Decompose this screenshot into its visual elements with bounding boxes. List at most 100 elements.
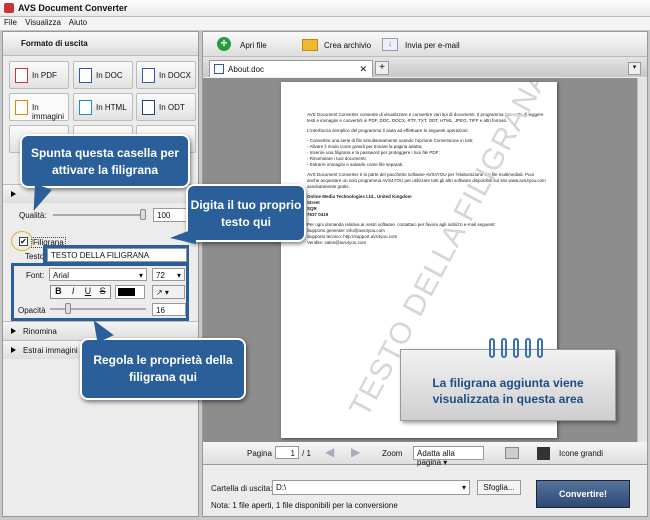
right-panel: + Apri file Crea archivio ↓ Invia per e-… bbox=[202, 31, 648, 517]
checkbox-callout: Spunta questa casella per attivare la fi… bbox=[20, 134, 190, 188]
tab-about-doc[interactable]: About.doc ✕ bbox=[209, 60, 373, 77]
font-size-value: 72 bbox=[156, 271, 165, 280]
text-callout: Digita il tuo proprio testo qui bbox=[186, 184, 306, 242]
spiral-ring-icon bbox=[525, 338, 531, 358]
toolbar: + Apri file Crea archivio ↓ Invia per e-… bbox=[203, 32, 647, 57]
spiral-ring-icon bbox=[513, 338, 519, 358]
callout-text: Spunta questa casella per attivare la fi… bbox=[30, 146, 180, 177]
zoom-select[interactable]: Adatta alla pagina ▾ bbox=[413, 446, 484, 467]
large-icons-icon[interactable] bbox=[537, 447, 550, 460]
font-value: Arial bbox=[53, 271, 70, 280]
doc-icon bbox=[79, 68, 92, 83]
properties-callout: Regola le proprietà della filigrana qui bbox=[80, 338, 246, 400]
odt-icon bbox=[142, 100, 155, 115]
format-images-button[interactable]: In immagini bbox=[9, 93, 69, 121]
callout-text: La filigrana aggiunta viene visualizzata… bbox=[432, 376, 584, 406]
doc-icon bbox=[214, 64, 224, 74]
font-select[interactable]: Arial ▾ bbox=[49, 268, 147, 281]
text-label: Testo bbox=[25, 252, 45, 261]
app-icon bbox=[4, 3, 14, 13]
navigation-bar: Pagina 1 / 1 ◀ ▶ Zoom Adatta alla pagina… bbox=[203, 442, 647, 467]
vertical-scrollbar[interactable] bbox=[637, 78, 647, 442]
doc-paragraph: AVS Document Converter è la parte del pa… bbox=[307, 172, 546, 189]
watermark-properties-panel: Font: Arial ▾ 72 ▾ B I U S ↗ ▾ Opacità 16 bbox=[11, 263, 189, 321]
menu-bar: File Visualizza Aiuto bbox=[0, 17, 650, 30]
zoom-label: Zoom bbox=[382, 449, 403, 458]
create-archive-button[interactable]: Crea archivio bbox=[324, 41, 371, 50]
tab-list-dropdown[interactable]: ▾ bbox=[628, 62, 641, 75]
highlight-circle bbox=[11, 231, 33, 251]
format-label: In DOCX bbox=[159, 71, 192, 80]
underline-button[interactable]: U bbox=[81, 286, 96, 298]
next-page-arrow-icon[interactable]: ▶ bbox=[351, 445, 360, 459]
format-label: In ODT bbox=[159, 103, 185, 112]
large-icons-button[interactable]: Icone grandi bbox=[559, 449, 603, 458]
output-folder-select[interactable]: D:\ ▾ bbox=[272, 480, 470, 495]
app-title: AVS Document Converter bbox=[18, 3, 128, 13]
format-html-button[interactable]: In HTML bbox=[73, 93, 133, 121]
opacity-input[interactable]: 16 bbox=[152, 303, 186, 316]
status-note: Nota: 1 file aperti, 1 file disponibili … bbox=[211, 501, 398, 510]
spiral-ring-icon bbox=[489, 338, 495, 358]
color-swatch bbox=[118, 288, 135, 296]
add-tab-button[interactable]: + bbox=[375, 61, 389, 75]
tab-bar: About.doc ✕ + ▾ bbox=[203, 57, 647, 77]
opacity-label: Opacità bbox=[18, 306, 46, 315]
callout-text: Regola le proprietà della filigrana qui bbox=[93, 353, 233, 384]
email-icon: ↓ bbox=[382, 38, 398, 51]
open-file-button[interactable]: Apri file bbox=[240, 41, 267, 50]
format-docx-button[interactable]: In DOCX bbox=[136, 61, 196, 89]
rotation-select[interactable]: ↗ ▾ bbox=[152, 285, 185, 299]
bold-button[interactable]: B bbox=[51, 286, 66, 298]
add-icon: + bbox=[217, 37, 231, 51]
format-pdf-button[interactable]: In PDF bbox=[9, 61, 69, 89]
format-label: In HTML bbox=[96, 103, 127, 112]
menu-file[interactable]: File bbox=[4, 18, 17, 27]
format-odt-button[interactable]: In ODT bbox=[136, 93, 196, 121]
browse-button[interactable]: Sfoglia... bbox=[477, 480, 521, 495]
close-tab-icon[interactable]: ✕ bbox=[359, 64, 367, 75]
page-label: Pagina bbox=[247, 449, 272, 458]
font-size-select[interactable]: 72 ▾ bbox=[152, 268, 185, 281]
menu-aiuto[interactable]: Aiuto bbox=[69, 18, 87, 27]
opacity-slider-thumb[interactable] bbox=[65, 303, 71, 314]
tab-label: About.doc bbox=[228, 65, 265, 74]
send-email-button[interactable]: Invia per e-mail bbox=[405, 41, 460, 50]
output-format-header: Formato di uscita bbox=[3, 32, 198, 56]
color-picker[interactable] bbox=[115, 285, 145, 299]
image-icon bbox=[15, 100, 28, 115]
docx-icon bbox=[142, 68, 155, 83]
quality-input[interactable]: 100 bbox=[153, 208, 187, 222]
page-input[interactable]: 1 bbox=[275, 446, 299, 459]
spiral-ring-icon bbox=[537, 338, 543, 358]
format-label: In PDF bbox=[32, 71, 57, 80]
doc-paragraph: Online Media Technologies Ltd., United K… bbox=[307, 194, 412, 217]
pdf-icon bbox=[15, 68, 28, 83]
folder-icon bbox=[302, 39, 318, 51]
format-label: In immagini bbox=[32, 103, 65, 121]
doc-paragraph: Per ogni domanda relativa ai nostri soft… bbox=[307, 222, 496, 245]
callout-tail bbox=[170, 228, 196, 244]
left-panel: Formato di uscita In PDF In DOC In DOCX … bbox=[2, 31, 199, 517]
preview-note-callout: La filigrana aggiunta viene visualizzata… bbox=[400, 338, 616, 421]
title-bar: AVS Document Converter bbox=[0, 0, 650, 17]
convert-button[interactable]: Convertire! bbox=[536, 480, 630, 508]
format-doc-button[interactable]: In DOC bbox=[73, 61, 133, 89]
spiral-ring-icon bbox=[501, 338, 507, 358]
page-total: / 1 bbox=[302, 449, 311, 458]
zoom-value: Adatta alla pagina bbox=[417, 449, 455, 467]
output-folder-label: Cartella di uscita: bbox=[211, 484, 273, 493]
output-folder-value: D:\ bbox=[276, 483, 287, 492]
format-label: In DOC bbox=[96, 71, 123, 80]
menu-visualizza[interactable]: Visualizza bbox=[25, 18, 61, 27]
watermark-text-input[interactable]: TESTO DELLA FILIGRANA bbox=[47, 248, 187, 262]
prev-page-arrow-icon[interactable]: ◀ bbox=[325, 445, 334, 459]
strikethrough-button[interactable]: S bbox=[95, 286, 110, 298]
printer-icon[interactable] bbox=[505, 447, 519, 459]
italic-button[interactable]: I bbox=[66, 286, 81, 298]
preview-area: AVS Document Converter consente di visua… bbox=[203, 78, 637, 442]
html-icon bbox=[79, 100, 92, 115]
quality-slider[interactable] bbox=[53, 214, 145, 216]
quality-slider-thumb[interactable] bbox=[140, 209, 146, 220]
font-label: Font: bbox=[26, 271, 45, 280]
